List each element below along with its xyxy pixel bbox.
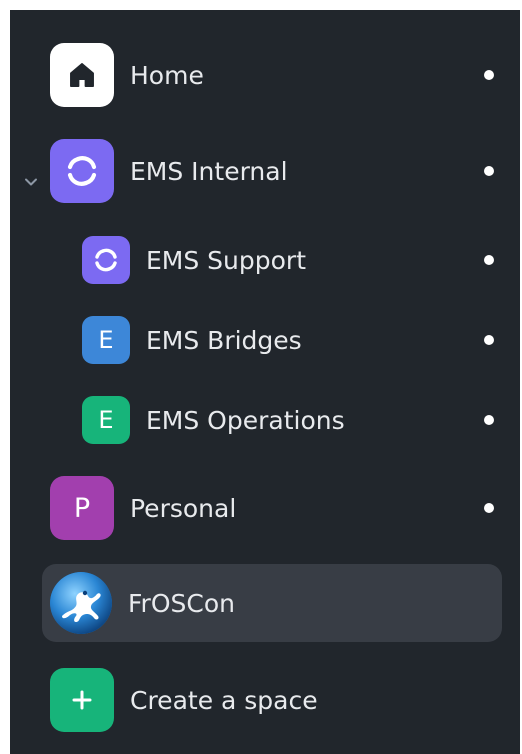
- space-item-home[interactable]: Home: [50, 43, 520, 107]
- ems-support-avatar: [82, 236, 130, 284]
- ems-operations-avatar: E: [82, 396, 130, 444]
- froscon-logo-icon: [50, 572, 112, 634]
- space-label: EMS Internal: [130, 156, 288, 186]
- space-item-froscon[interactable]: FrOSCon: [42, 564, 502, 642]
- unread-dot: [484, 335, 494, 345]
- space-label: EMS Bridges: [146, 325, 302, 355]
- create-space-avatar: [50, 668, 114, 732]
- plus-icon: [72, 690, 92, 710]
- element-logo-icon: [95, 248, 117, 272]
- element-logo-icon: [67, 156, 97, 186]
- space-label: FrOSCon: [128, 588, 235, 618]
- space-item-ems-operations[interactable]: E EMS Operations: [82, 396, 520, 444]
- create-space-button[interactable]: Create a space: [50, 668, 520, 732]
- unread-dot: [484, 166, 494, 176]
- space-label: EMS Operations: [146, 405, 345, 435]
- space-label: Home: [130, 60, 204, 90]
- froscon-avatar: [50, 572, 112, 634]
- space-item-ems-internal[interactable]: EMS Internal: [50, 139, 520, 203]
- avatar-letter: P: [73, 492, 91, 524]
- personal-avatar: P: [50, 476, 114, 540]
- space-item-ems-support[interactable]: EMS Support: [82, 236, 520, 284]
- avatar-letter: E: [98, 326, 114, 354]
- unread-dot: [484, 503, 494, 513]
- space-label: Personal: [130, 493, 237, 523]
- unread-dot: [484, 70, 494, 80]
- home-avatar: [50, 43, 114, 107]
- unread-dot: [484, 255, 494, 265]
- home-icon: [70, 63, 94, 87]
- avatar-letter: E: [98, 406, 114, 434]
- space-label: EMS Support: [146, 245, 307, 275]
- unread-dot: [484, 415, 494, 425]
- chevron-down-icon[interactable]: [20, 171, 42, 193]
- space-panel: Home EMS Internal EMS Support E EMS Brid…: [10, 10, 520, 754]
- space-item-personal[interactable]: P Personal: [50, 476, 520, 540]
- space-item-ems-bridges[interactable]: E EMS Bridges: [82, 316, 520, 364]
- ems-internal-avatar: [50, 139, 114, 203]
- ems-bridges-avatar: E: [82, 316, 130, 364]
- space-label: Create a space: [130, 685, 318, 715]
